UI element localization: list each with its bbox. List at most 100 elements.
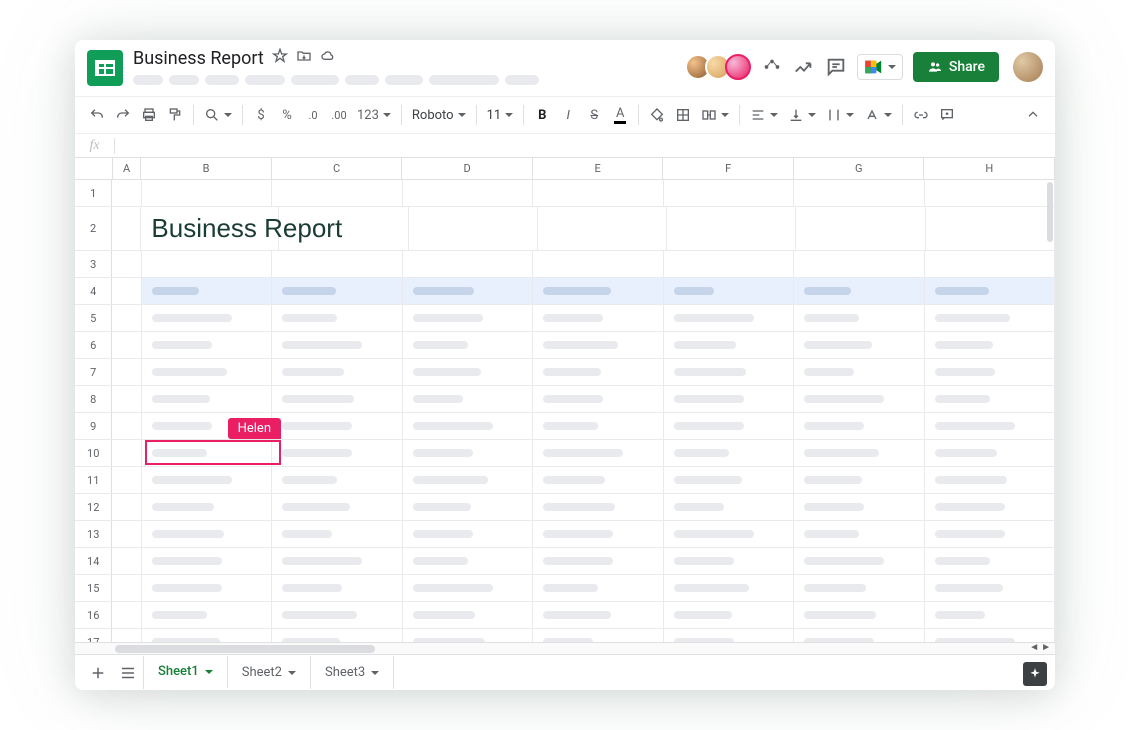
more-formats-dropdown[interactable]: 123 bbox=[353, 102, 395, 128]
column-header[interactable]: D bbox=[402, 158, 533, 179]
cell[interactable] bbox=[112, 467, 141, 493]
cell[interactable] bbox=[533, 602, 663, 628]
row-header[interactable]: 16 bbox=[75, 602, 112, 628]
cell[interactable] bbox=[403, 467, 533, 493]
avatar[interactable] bbox=[725, 54, 751, 80]
cell[interactable] bbox=[925, 494, 1055, 520]
cell[interactable] bbox=[142, 575, 272, 601]
cell[interactable] bbox=[533, 440, 663, 466]
cell[interactable] bbox=[142, 629, 272, 642]
cell[interactable] bbox=[533, 629, 663, 642]
cell[interactable] bbox=[664, 467, 794, 493]
cell[interactable] bbox=[533, 413, 663, 439]
text-color-button[interactable]: A bbox=[608, 102, 632, 128]
vertical-align-button[interactable] bbox=[784, 102, 820, 128]
row-header[interactable]: 10 bbox=[75, 440, 112, 466]
vertical-scrollbar[interactable] bbox=[1047, 182, 1053, 242]
cell[interactable] bbox=[112, 413, 141, 439]
cell[interactable] bbox=[112, 278, 141, 304]
cell[interactable] bbox=[403, 359, 533, 385]
cell[interactable] bbox=[664, 521, 794, 547]
cell[interactable] bbox=[272, 521, 402, 547]
cell[interactable] bbox=[796, 207, 925, 250]
cell[interactable] bbox=[142, 180, 272, 206]
cell[interactable] bbox=[112, 548, 141, 574]
cell[interactable] bbox=[794, 602, 924, 628]
cell[interactable] bbox=[142, 359, 272, 385]
cell[interactable] bbox=[142, 467, 272, 493]
account-avatar[interactable] bbox=[1013, 52, 1043, 82]
row-header[interactable]: 17 bbox=[75, 629, 112, 642]
row-header[interactable]: 2 bbox=[75, 207, 112, 250]
cell[interactable] bbox=[794, 575, 924, 601]
increase-decimal-button[interactable]: .00 bbox=[327, 102, 351, 128]
cell[interactable] bbox=[112, 494, 141, 520]
cell[interactable] bbox=[403, 602, 533, 628]
column-header[interactable]: G bbox=[794, 158, 925, 179]
cell[interactable] bbox=[794, 251, 924, 277]
cell[interactable] bbox=[533, 305, 663, 331]
cell[interactable] bbox=[925, 629, 1055, 642]
column-header[interactable]: C bbox=[272, 158, 403, 179]
cell[interactable] bbox=[664, 413, 794, 439]
cell[interactable] bbox=[112, 359, 141, 385]
cell[interactable] bbox=[272, 602, 402, 628]
cell[interactable] bbox=[664, 494, 794, 520]
cell[interactable] bbox=[664, 359, 794, 385]
move-icon[interactable] bbox=[296, 48, 312, 69]
cell[interactable] bbox=[533, 521, 663, 547]
strikethrough-button[interactable]: S bbox=[582, 102, 606, 128]
row-header[interactable]: 8 bbox=[75, 386, 112, 412]
row-header[interactable]: 13 bbox=[75, 521, 112, 547]
column-header[interactable]: B bbox=[141, 158, 272, 179]
document-title[interactable]: Business Report bbox=[133, 48, 264, 69]
cell[interactable] bbox=[403, 251, 533, 277]
print-button[interactable] bbox=[137, 102, 161, 128]
cell[interactable] bbox=[112, 180, 141, 206]
row-header[interactable]: 1 bbox=[75, 180, 112, 206]
cloud-status-icon[interactable] bbox=[320, 48, 336, 69]
sheet-tab[interactable]: Sheet2 bbox=[228, 656, 311, 689]
collapse-toolbar-button[interactable] bbox=[1021, 102, 1045, 128]
cell[interactable] bbox=[794, 359, 924, 385]
cell[interactable] bbox=[272, 251, 402, 277]
text-wrap-button[interactable] bbox=[822, 102, 858, 128]
cell[interactable] bbox=[403, 521, 533, 547]
cell[interactable] bbox=[794, 180, 924, 206]
cell[interactable] bbox=[403, 548, 533, 574]
cell[interactable] bbox=[794, 521, 924, 547]
scroll-right-icon[interactable]: ► bbox=[1041, 642, 1051, 653]
cell[interactable] bbox=[664, 629, 794, 642]
add-sheet-button[interactable] bbox=[83, 658, 113, 688]
row-header[interactable]: 6 bbox=[75, 332, 112, 358]
cell[interactable] bbox=[272, 278, 402, 304]
cell[interactable] bbox=[925, 359, 1055, 385]
cell[interactable] bbox=[272, 413, 402, 439]
cell[interactable] bbox=[533, 494, 663, 520]
menu-bar[interactable] bbox=[133, 75, 691, 85]
insert-link-button[interactable] bbox=[909, 102, 933, 128]
cell[interactable] bbox=[112, 521, 141, 547]
cell[interactable] bbox=[794, 332, 924, 358]
cell[interactable] bbox=[142, 386, 272, 412]
insert-comment-button[interactable] bbox=[935, 102, 959, 128]
cell[interactable] bbox=[533, 386, 663, 412]
cell[interactable] bbox=[794, 467, 924, 493]
cell[interactable] bbox=[925, 575, 1055, 601]
cell[interactable] bbox=[142, 251, 272, 277]
cell[interactable] bbox=[794, 629, 924, 642]
cell[interactable] bbox=[409, 207, 538, 250]
row-header[interactable]: 5 bbox=[75, 305, 112, 331]
cell[interactable] bbox=[794, 440, 924, 466]
cell[interactable] bbox=[403, 575, 533, 601]
cell[interactable] bbox=[794, 413, 924, 439]
explore-button[interactable] bbox=[1023, 662, 1047, 686]
cell[interactable] bbox=[533, 359, 663, 385]
cell[interactable] bbox=[142, 494, 272, 520]
column-header[interactable]: H bbox=[924, 158, 1055, 179]
cell[interactable] bbox=[112, 575, 141, 601]
cell[interactable] bbox=[664, 602, 794, 628]
select-all-corner[interactable] bbox=[75, 158, 113, 179]
cell[interactable] bbox=[925, 602, 1055, 628]
cell[interactable] bbox=[142, 602, 272, 628]
